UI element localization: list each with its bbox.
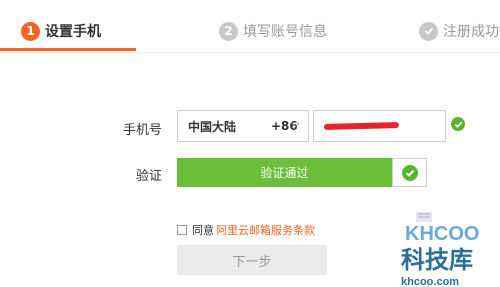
region-country: 中国大陆 (188, 119, 237, 134)
active-step-underline (0, 48, 136, 51)
step-2-number: 2 (219, 21, 238, 41)
step-1-number: 1 (21, 21, 40, 41)
step-1: 1 设置手机 (21, 19, 101, 43)
check-circle-icon (419, 21, 438, 41)
watermark-cn: 科技库 (401, 246, 473, 274)
step-1-label: 设置手机 (45, 24, 101, 40)
agreement-checkbox[interactable] (177, 225, 187, 235)
region-select[interactable]: 中国大陆 +86 (177, 110, 309, 142)
step-3-label: 注册成功 (443, 24, 499, 40)
step-2: 2 填写账号信息 (219, 19, 327, 43)
check-circle-icon (401, 164, 418, 181)
watermark-brand: KHCOO (405, 223, 479, 245)
watermark-site: khcoo.com (401, 276, 459, 287)
agreement-row: 同意 阿里云邮箱服务条款 (177, 222, 315, 238)
verify-slider[interactable]: 验证通过 (177, 158, 392, 187)
chevron-down-icon (291, 120, 300, 131)
agreement-prefix: 同意 (192, 224, 214, 237)
phone-label: 手机号 (123, 123, 163, 138)
verify-label: 验证 (136, 169, 163, 184)
terms-link[interactable]: 阿里云邮箱服务条款 (216, 222, 315, 238)
check-circle-icon (451, 117, 465, 131)
next-step-button[interactable]: 下一步 (177, 245, 327, 275)
step-3: 注册成功 (419, 19, 499, 43)
register-page: 1 设置手机 2 填写账号信息 注册成功 手机号 中国大陆 +86 验证 验证通… (0, 0, 500, 287)
verify-handle[interactable] (392, 158, 427, 187)
step-progress: 1 设置手机 2 填写账号信息 注册成功 (0, 0, 500, 53)
step-2-label: 填写账号信息 (243, 24, 327, 40)
khcoo-watermark-logo: KHCOO 科技库 khcoo.com (401, 212, 479, 287)
